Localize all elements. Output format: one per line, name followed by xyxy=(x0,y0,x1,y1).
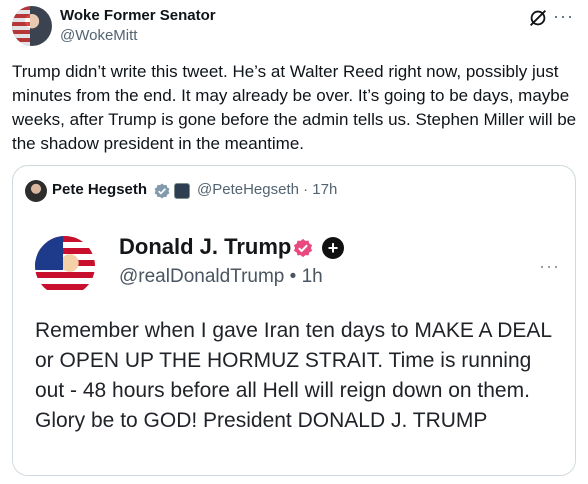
embedded-author-avatar xyxy=(35,236,95,296)
grok-icon[interactable] xyxy=(527,7,549,29)
gray-verified-badge-icon xyxy=(154,183,170,199)
quoted-handle-time[interactable]: @PeteHegseth · 17h xyxy=(197,181,337,198)
avatar-flag-decoration xyxy=(12,6,30,46)
embedded-handle-time: @realDonaldTrump • 1h xyxy=(119,266,323,287)
embedded-more-icon: ··· xyxy=(539,256,560,276)
affiliation-badge-icon[interactable] xyxy=(174,183,190,199)
quoted-author-name[interactable]: Pete Hegseth xyxy=(52,181,147,198)
tweet-text: Trump didn’t write this tweet. He’s at W… xyxy=(12,62,577,153)
embedded-screenshot: Donald J. Trump + @realDonaldTrump • 1h … xyxy=(13,210,575,475)
embedded-author-name: Donald J. Trump xyxy=(119,234,292,259)
quoted-tweet[interactable]: Pete Hegseth @PeteHegseth · 17h Donald J… xyxy=(12,165,576,476)
plus-badge-icon: + xyxy=(322,237,344,259)
flag-canton xyxy=(35,236,63,270)
quoted-author-avatar[interactable] xyxy=(25,180,47,202)
author-name[interactable]: Woke Former Senator xyxy=(60,7,216,24)
embedded-post-text: Remember when I gave Iran ten days to MA… xyxy=(35,319,552,432)
verified-badge-icon xyxy=(293,238,313,258)
author-avatar[interactable] xyxy=(12,6,52,46)
more-options-icon[interactable]: ··· xyxy=(553,6,574,27)
author-handle[interactable]: @WokeMitt xyxy=(60,27,137,44)
